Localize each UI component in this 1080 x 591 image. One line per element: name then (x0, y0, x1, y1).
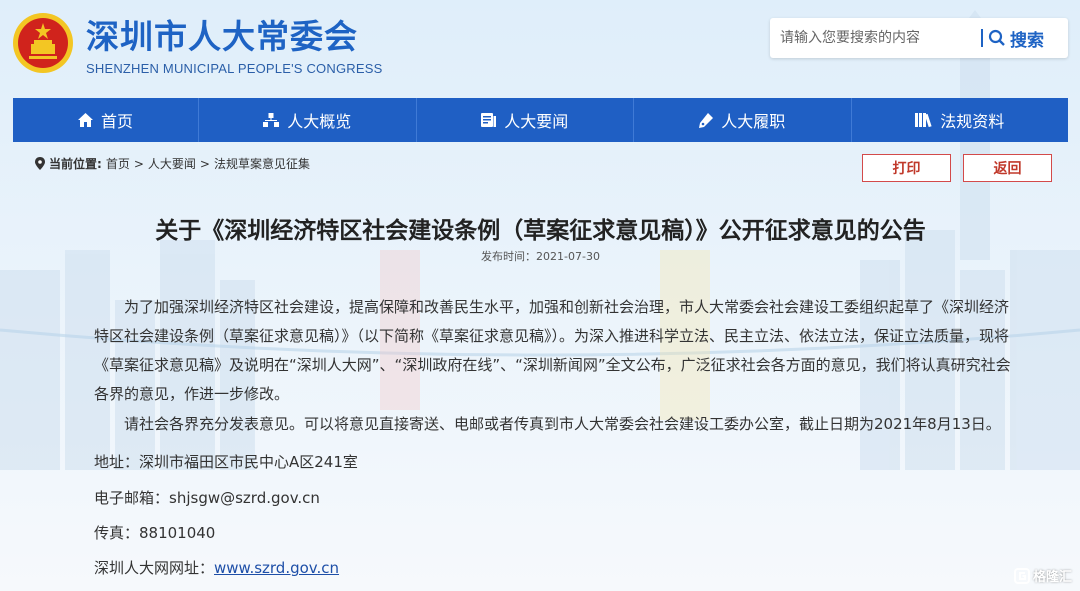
watermark: 格隆汇 (1013, 566, 1072, 585)
books-icon (915, 113, 932, 127)
website-link[interactable]: www.szrd.gov.cn (214, 559, 339, 577)
nav-item-laws[interactable]: 法规资料 (852, 98, 1069, 142)
publish-date: 发布时间：2021-07-30 (481, 250, 600, 263)
pen-icon (699, 112, 714, 128)
news-icon (481, 113, 497, 127)
article-paragraph-2: 请社会各界充分发表意见。可以将意见直接寄送、电邮或者传真到市人大常委会社会建设工… (124, 415, 1001, 433)
nav-item-duties[interactable]: 人大履职 (634, 98, 852, 142)
nav-item-label: 人大概览 (287, 112, 352, 131)
location-pin-icon (35, 157, 45, 170)
article-title: 关于《深圳经济特区社会建设条例（草案征求意见稿）》公开征求意见的公告 (155, 218, 926, 244)
nav-item-label: 法规资料 (940, 112, 1005, 131)
search-icon (988, 29, 1005, 46)
email-value: shjsgw@szrd.gov.cn (169, 489, 320, 507)
nav-item-news[interactable]: 人大要闻 (417, 98, 634, 142)
site-subtitle: SHENZHEN MUNICIPAL PEOPLE'S CONGRESS (86, 61, 383, 76)
main-nav: 首页 人大概览 人大要闻 人大履职 法规资料 (13, 98, 1068, 142)
email-label: 电子邮箱： (94, 489, 170, 507)
org-chart-icon (263, 113, 280, 127)
national-emblem-logo (13, 13, 73, 73)
search-input[interactable] (780, 24, 980, 52)
breadcrumb-current-link[interactable]: 法规草案意见征集 (214, 155, 310, 172)
article-panel: 当前位置: 首页 > 人大要闻 > 法规草案意见征集 打印 返回 关于《深圳经济… (13, 142, 1068, 591)
search-divider (981, 29, 983, 47)
search-button-label: 搜索 (1010, 30, 1044, 51)
article-paragraph-1: 为了加强深圳经济特区社会建设，提高保障和改善民生水平，加强和创新社会治理，市人大… (94, 298, 1011, 403)
nav-item-label: 人大要闻 (504, 112, 569, 131)
nav-item-overview[interactable]: 人大概览 (199, 98, 417, 142)
nav-item-home[interactable]: 首页 (13, 98, 199, 142)
back-button[interactable]: 返回 (963, 154, 1052, 182)
nav-item-label: 首页 (100, 112, 133, 131)
contact-website: 深圳人大网网址：www.szrd.gov.cn (94, 557, 339, 578)
watermark-text: 格隆汇 (1032, 570, 1072, 585)
breadcrumb-separator: > (133, 156, 144, 171)
breadcrumb-news-link[interactable]: 人大要闻 (148, 155, 196, 172)
website-label: 深圳人大网网址： (94, 559, 215, 577)
site-title[interactable]: 深圳市人大常委会 (86, 10, 358, 58)
site-header: 深圳市人大常委会 SHENZHEN MUNICIPAL PEOPLE'S CON… (0, 0, 1080, 98)
print-button[interactable]: 打印 (862, 154, 951, 182)
breadcrumb-home-link[interactable]: 首页 (106, 155, 130, 172)
watermark-logo-icon (1013, 567, 1030, 584)
contact-fax: 传真：88101040 (94, 524, 216, 542)
nav-item-label: 人大履职 (721, 112, 786, 131)
search-box: 搜索 (770, 18, 1068, 58)
contact-address: 地址：深圳市福田区市民中心A区241室 (94, 453, 358, 471)
search-button[interactable]: 搜索 (988, 22, 1062, 54)
contact-email: 电子邮箱：shjsgw@szrd.gov.cn (94, 487, 320, 508)
breadcrumb-label: 当前位置: (49, 157, 102, 171)
breadcrumb-separator: > (199, 156, 210, 171)
home-icon (77, 113, 93, 127)
breadcrumb: 当前位置: 首页 > 人大要闻 > 法规草案意见征集 (35, 155, 310, 172)
